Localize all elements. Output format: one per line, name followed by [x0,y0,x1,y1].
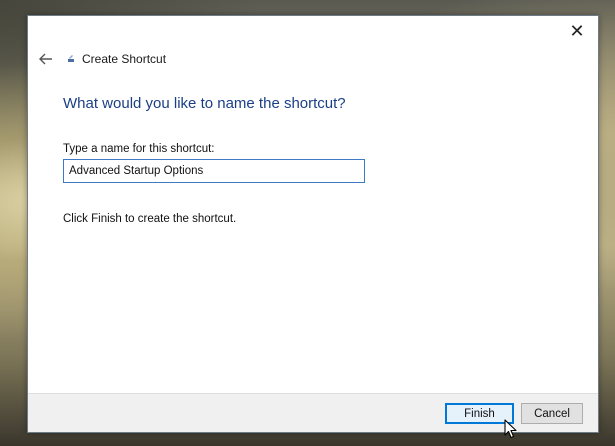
mouse-cursor-icon [504,419,517,439]
shortcut-name-input[interactable] [63,159,365,183]
shortcut-name-label: Type a name for this shortcut: [63,143,215,155]
window-title: Create Shortcut [82,52,167,66]
close-icon: ✕ [569,21,585,41]
instruction-text: Click Finish to create the shortcut. [63,213,237,225]
create-shortcut-dialog: ✕ Create Shortcut What would you like to… [27,15,599,433]
page-heading: What would you like to name the shortcut… [63,95,346,112]
shortcut-wizard-icon [63,51,79,67]
close-button[interactable]: ✕ [564,20,590,42]
cancel-button[interactable]: Cancel [521,403,583,424]
dialog-header: Create Shortcut [35,49,166,69]
back-button[interactable] [35,50,57,68]
back-arrow-icon [39,53,52,65]
